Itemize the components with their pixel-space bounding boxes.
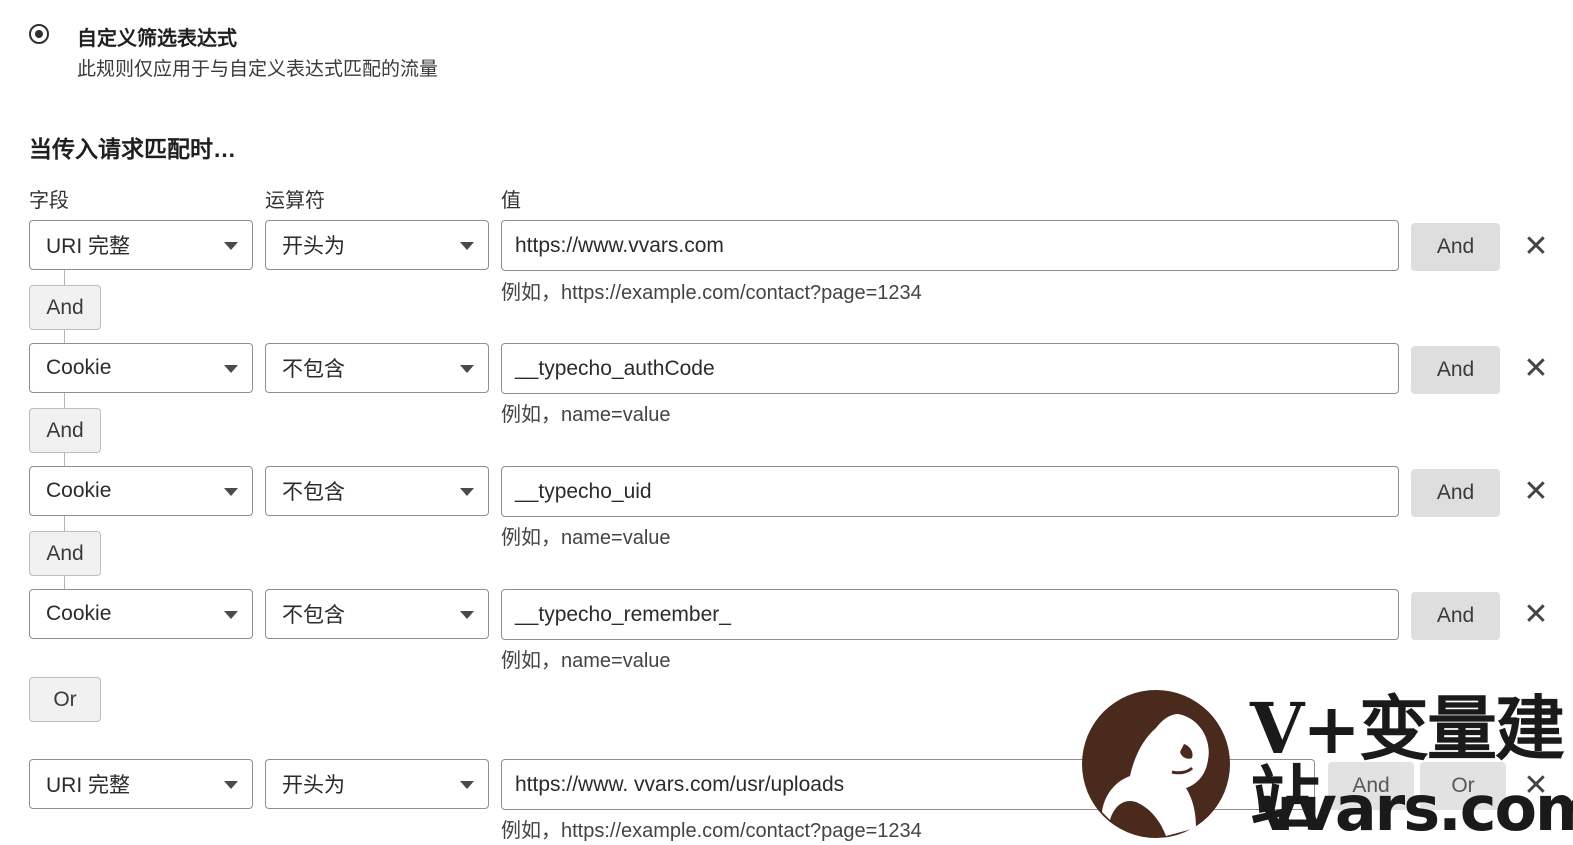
gorilla-logo [1082, 690, 1230, 838]
value-input-text: https://www.vvars.com [515, 233, 724, 257]
operator-select[interactable]: 不包含 [265, 589, 489, 639]
column-label-operator: 运算符 [265, 190, 325, 212]
field-select-value: URI 完整 [46, 774, 130, 797]
column-label-value: 值 [501, 190, 521, 212]
close-icon[interactable]: ✕ [1522, 354, 1550, 384]
operator-select[interactable]: 不包含 [265, 466, 489, 516]
operator-select[interactable]: 开头为 [265, 759, 489, 809]
chevron-down-icon [460, 611, 474, 619]
field-select-value: Cookie [46, 602, 112, 625]
operator-select-value: 不包含 [282, 481, 345, 504]
and-connector-button[interactable]: And [29, 285, 101, 330]
operator-select-value: 开头为 [282, 774, 345, 797]
value-input-text: __typecho_uid [515, 479, 652, 503]
value-hint: 例如，name=value [501, 404, 671, 426]
add-and-button[interactable]: And [1411, 592, 1500, 640]
field-select-value: URI 完整 [46, 235, 130, 258]
custom-expression-title: 自定义筛选表达式 [77, 28, 237, 50]
column-label-field: 字段 [29, 190, 69, 212]
chevron-down-icon [460, 242, 474, 250]
section-title: 当传入请求匹配时… [29, 136, 236, 162]
add-and-button[interactable]: And [1411, 346, 1500, 394]
chevron-down-icon [224, 365, 238, 373]
chevron-down-icon [460, 365, 474, 373]
field-select[interactable]: URI 完整 [29, 220, 253, 270]
operator-select[interactable]: 不包含 [265, 343, 489, 393]
value-input-text: __typecho_authCode [515, 356, 715, 380]
close-icon[interactable]: ✕ [1522, 600, 1550, 630]
field-select[interactable]: Cookie [29, 466, 253, 516]
chevron-down-icon [460, 781, 474, 789]
field-select[interactable]: Cookie [29, 343, 253, 393]
value-input[interactable]: https://www.vvars.com [501, 220, 1399, 271]
value-input[interactable]: __typecho_authCode [501, 343, 1399, 394]
value-hint: 例如，https://example.com/contact?page=1234 [501, 282, 922, 304]
field-select-value: Cookie [46, 356, 112, 379]
value-hint: 例如，name=value [501, 527, 671, 549]
chevron-down-icon [224, 242, 238, 250]
chevron-down-icon [224, 488, 238, 496]
field-select[interactable]: Cookie [29, 589, 253, 639]
operator-select-value: 不包含 [282, 358, 345, 381]
add-and-button[interactable]: And [1411, 469, 1500, 517]
operator-select-value: 不包含 [282, 604, 345, 627]
custom-expression-radio[interactable] [29, 24, 49, 44]
value-input-text: __typecho_remember_ [515, 602, 731, 626]
value-input-text: https://www. vvars.com/usr/uploads [515, 772, 845, 796]
chevron-down-icon [224, 611, 238, 619]
value-input[interactable]: __typecho_remember_ [501, 589, 1399, 640]
operator-select-value: 开头为 [282, 235, 345, 258]
chevron-down-icon [224, 781, 238, 789]
chevron-down-icon [460, 488, 474, 496]
and-connector-button[interactable]: And [29, 531, 101, 576]
value-input[interactable]: __typecho_uid [501, 466, 1399, 517]
add-and-button[interactable]: And [1411, 223, 1500, 271]
or-connector-button[interactable]: Or [29, 677, 101, 722]
value-hint: 例如，https://example.com/contact?page=1234 [501, 820, 922, 842]
custom-expression-description: 此规则仅应用于与自定义表达式匹配的流量 [77, 59, 439, 80]
and-connector-button[interactable]: And [29, 408, 101, 453]
operator-select[interactable]: 开头为 [265, 220, 489, 270]
watermark-url: vvars.com [1258, 772, 1573, 845]
close-icon[interactable]: ✕ [1522, 232, 1550, 262]
value-hint: 例如，name=value [501, 650, 671, 672]
field-select[interactable]: URI 完整 [29, 759, 253, 809]
close-icon[interactable]: ✕ [1522, 477, 1550, 507]
field-select-value: Cookie [46, 479, 112, 502]
